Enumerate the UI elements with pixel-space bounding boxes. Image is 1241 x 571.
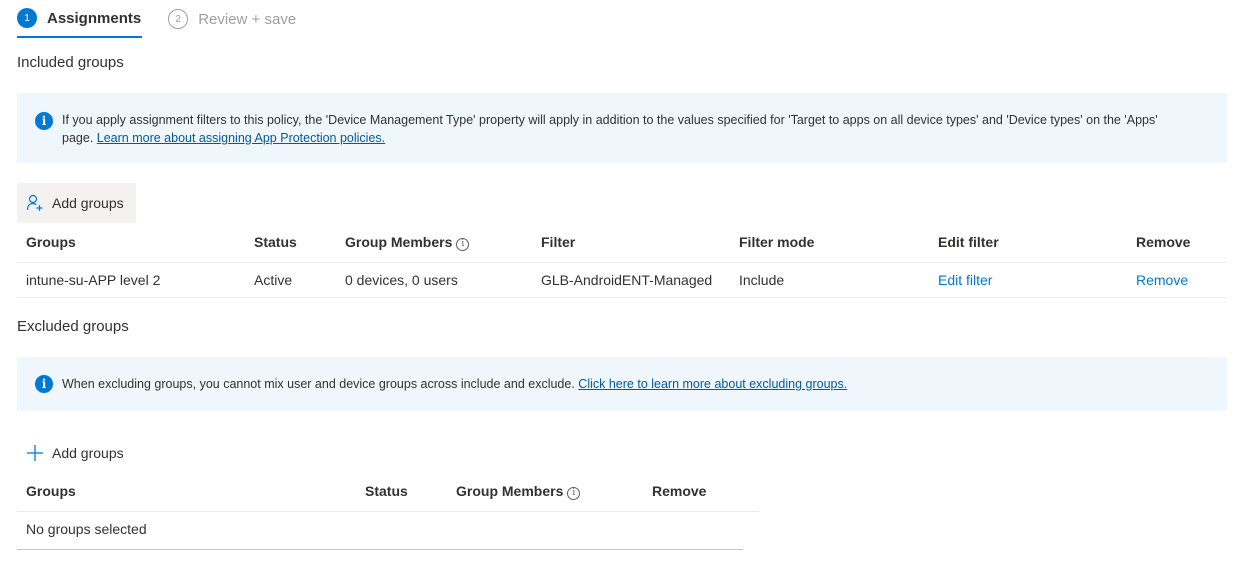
remove-link[interactable]: Remove	[1136, 272, 1188, 288]
table-header-row: Groups Status Group Members i Remove	[17, 472, 759, 511]
add-groups-label: Add groups	[52, 445, 124, 461]
plus-icon	[26, 444, 44, 462]
step-label: Assignments	[47, 9, 142, 27]
column-header-groups: Groups	[26, 234, 76, 251]
column-header-group-members: Group Members i	[447, 472, 643, 511]
table-header-row: Groups Status Group Members i Filter Filt…	[17, 223, 1227, 262]
column-header-status: Status	[365, 483, 408, 500]
included-info-text: If you apply assignment filters to this …	[62, 113, 1158, 145]
table-row: intune-su-APP level 2 Active 0 devices, …	[17, 261, 1227, 298]
column-header-filter: Filter	[541, 234, 576, 251]
info-circle-icon[interactable]: i	[456, 237, 470, 251]
column-header-remove: Remove	[652, 483, 707, 500]
column-header-status: Status	[254, 234, 297, 251]
excluded-info-text: When excluding groups, you cannot mix us…	[62, 377, 848, 391]
excluded-groups-title: Excluded groups	[17, 318, 129, 335]
group-name-cell: intune-su-APP level 2	[17, 261, 245, 298]
excluded-info-banner: i When excluding groups, you cannot mix …	[17, 357, 1227, 411]
column-header-groups: Groups	[26, 483, 76, 500]
empty-row: No groups selected	[17, 510, 759, 546]
divider	[17, 549, 743, 550]
edit-filter-link[interactable]: Edit filter	[938, 272, 992, 288]
step-number: 1	[17, 8, 37, 28]
add-groups-button[interactable]: Add groups	[17, 183, 136, 223]
column-header-edit-filter: Edit filter	[938, 234, 999, 251]
column-header-filter-mode: Filter mode	[739, 234, 815, 251]
included-groups-table: Groups Status Group Members i Filter Filt…	[17, 223, 1227, 298]
wizard-steps: 1 Assignments 2 Review + save	[17, 0, 322, 40]
add-excluded-groups-button[interactable]: Add groups	[17, 433, 133, 473]
no-groups-message: No groups selected	[17, 510, 759, 546]
step-number: 2	[168, 9, 189, 29]
info-icon: i	[35, 112, 53, 130]
step-assignments[interactable]: 1 Assignments	[17, 0, 143, 38]
info-icon: i	[35, 375, 53, 393]
included-groups-title: Included groups	[17, 54, 124, 71]
add-groups-label: Add groups	[52, 195, 124, 211]
add-user-icon	[26, 194, 44, 212]
step-label: Review + save	[198, 10, 297, 28]
info-circle-icon[interactable]: i	[567, 486, 581, 500]
column-header-group-members: Group Members i	[336, 223, 532, 262]
learn-more-link[interactable]: Learn more about assigning App Protectio…	[97, 131, 385, 145]
filter-cell: GLB-AndroidENT-Managed	[532, 261, 730, 298]
filter-mode-cell: Include	[730, 261, 929, 298]
column-header-remove: Remove	[1136, 234, 1191, 251]
status-cell: Active	[245, 261, 336, 298]
excluding-groups-link[interactable]: Click here to learn more about excluding…	[578, 377, 847, 391]
group-members-cell: 0 devices, 0 users	[336, 261, 532, 298]
included-info-banner: i If you apply assignment filters to thi…	[17, 93, 1227, 163]
excluded-groups-table: Groups Status Group Members i Remove No g…	[17, 472, 759, 546]
step-review-save[interactable]: 2 Review + save	[168, 0, 296, 38]
